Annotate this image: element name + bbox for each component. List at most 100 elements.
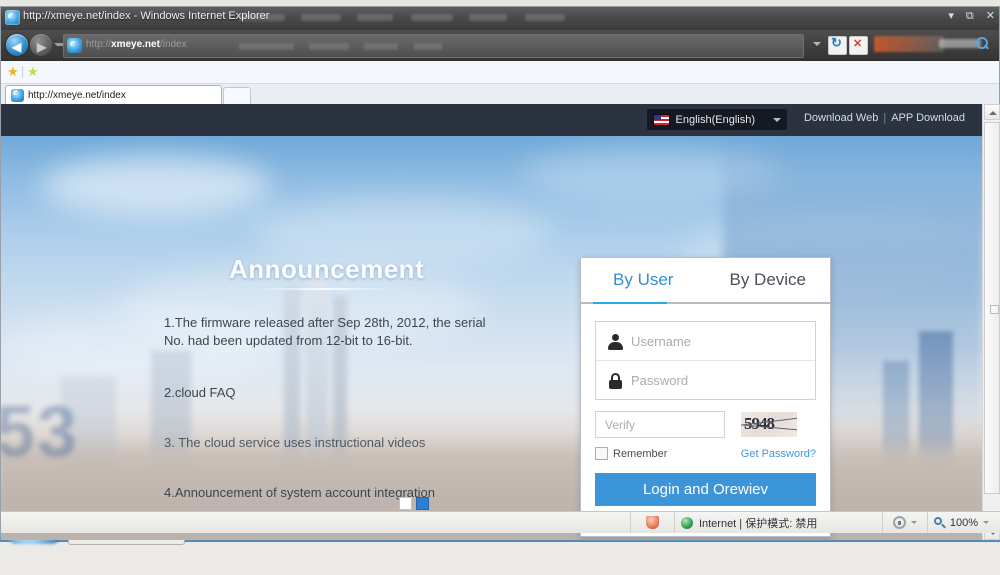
zoom-level-label: 100% <box>949 516 979 529</box>
add-to-favorites-icon[interactable]: ★ <box>27 65 39 78</box>
stop-button[interactable] <box>849 36 868 55</box>
verify-input[interactable]: Verify <box>595 411 725 438</box>
address-decoration <box>239 43 294 50</box>
user-icon <box>607 333 624 350</box>
banner-watermark: 53 <box>1 392 80 472</box>
username-placeholder: Username <box>631 333 691 349</box>
announcement-item[interactable]: 2.cloud FAQ <box>164 384 236 402</box>
back-arrow-icon: ◀ <box>12 40 22 54</box>
address-decoration <box>309 43 349 50</box>
remember-label: Remember <box>613 447 668 460</box>
restore-icon[interactable]: ⧉ <box>966 9 974 23</box>
forward-arrow-icon: ▶ <box>37 40 47 54</box>
cloud-decoration <box>41 156 271 216</box>
download-web-link[interactable]: Download Web <box>804 112 878 124</box>
refresh-button[interactable] <box>828 35 847 55</box>
title-decoration <box>525 14 565 21</box>
announcement-item[interactable]: 4.Announcement of system account integra… <box>164 484 435 502</box>
header-link-separator: | <box>883 112 887 124</box>
carousel-indicators <box>399 497 429 510</box>
security-zone-cell[interactable]: Internet | 保护模式: 禁用 <box>675 512 884 533</box>
status-bar: Internet | 保护模式: 禁用 100% <box>1 511 1000 533</box>
close-icon[interactable]: ✕ <box>986 9 995 23</box>
favorites-bar[interactable]: ★ ★ <box>1 61 999 84</box>
password-field[interactable]: Password <box>596 360 815 399</box>
language-selector[interactable]: English(English) <box>646 109 787 130</box>
magnifier-icon <box>933 516 946 529</box>
password-placeholder: Password <box>631 372 689 388</box>
scrollbar-grip <box>990 305 999 314</box>
page-scrollbar[interactable] <box>982 104 1000 540</box>
tab-by-user[interactable]: By User <box>581 258 706 302</box>
shield-lock-icon <box>893 516 907 529</box>
address-bar-text: http://xmeye.net/index <box>86 39 187 50</box>
page-viewport: English(English) Download Web | APP Downlo… <box>1 104 1000 540</box>
tab-favicon-icon <box>11 87 24 102</box>
forward-button[interactable]: ▶ <box>30 34 52 56</box>
status-privacy-cell[interactable] <box>631 512 675 533</box>
zoom-level-cell[interactable]: 100% <box>928 512 1000 533</box>
header-links: Download Web | APP Download <box>804 112 965 124</box>
language-label: English(English) <box>675 113 755 126</box>
screen: http://xmeye.net/index - Windows Interne… <box>0 0 1000 575</box>
tab-by-device[interactable]: By Device <box>706 258 831 302</box>
announcement-title: Announcement <box>229 254 425 284</box>
navigation-toolbar: ◀ ▶ http://xmeye.net/index <box>1 30 999 61</box>
security-zone-label: Internet | 保护模式: 禁用 <box>698 517 818 530</box>
remember-checkbox-group[interactable]: Remember <box>595 447 667 460</box>
internet-explorer-window: http://xmeye.net/index - Windows Interne… <box>0 6 1000 540</box>
address-prefix: http:// <box>86 39 112 50</box>
protected-mode-cell[interactable] <box>883 512 928 533</box>
favorites-star-icon[interactable]: ★ <box>7 65 19 78</box>
window-controls: ▾ ⧉ ✕ <box>948 9 995 23</box>
title-decoration <box>411 14 453 21</box>
title-decoration <box>301 14 341 21</box>
app-download-link[interactable]: APP Download <box>891 112 965 124</box>
search-provider-badge <box>874 36 944 52</box>
address-decoration <box>414 43 442 50</box>
verify-placeholder: Verify <box>605 417 636 432</box>
verify-row: Verify 5948 <box>595 411 816 438</box>
lock-icon <box>607 372 624 389</box>
address-domain: xmeye.net <box>111 39 160 50</box>
address-dropdown-icon[interactable] <box>813 42 821 46</box>
title-decoration <box>239 14 285 21</box>
chevron-down-icon[interactable] <box>983 521 990 524</box>
carousel-dot[interactable] <box>399 497 412 510</box>
active-tab-underline <box>593 302 667 304</box>
privacy-report-icon <box>646 516 660 529</box>
search-icon[interactable] <box>975 36 991 52</box>
title-decoration <box>469 14 507 21</box>
username-field[interactable]: Username <box>596 322 815 360</box>
remember-checkbox[interactable] <box>595 447 608 460</box>
announcement-item[interactable]: 1.The firmware released after Sep 28th, … <box>164 314 494 350</box>
favorites-divider <box>22 66 23 78</box>
get-password-link[interactable]: Get Password? <box>741 448 816 460</box>
status-message-area <box>1 512 632 533</box>
page-favicon-icon <box>67 37 82 53</box>
carousel-dot-active[interactable] <box>416 497 429 510</box>
scrollbar-thumb[interactable] <box>984 122 1000 494</box>
address-decoration <box>364 43 398 50</box>
credential-fields: Username Password <box>595 321 816 400</box>
web-page: English(English) Download Web | APP Downlo… <box>1 104 983 540</box>
address-bar[interactable]: http://xmeye.net/index <box>63 34 804 58</box>
window-title: http://xmeye.net/index - Windows Interne… <box>23 10 270 22</box>
announcement-divider <box>253 288 398 290</box>
login-button[interactable]: Login and Orewiev <box>595 473 816 506</box>
announcement-item[interactable]: 3. The cloud service uses instructional … <box>164 434 425 452</box>
internet-explorer-icon <box>5 9 20 25</box>
site-header: English(English) Download Web | APP Downlo… <box>1 104 983 136</box>
remember-row: Remember Get Password? <box>595 447 816 460</box>
tab-label: http://xmeye.net/index <box>28 90 126 101</box>
title-bar: http://xmeye.net/index - Windows Interne… <box>1 7 999 30</box>
scroll-up-button[interactable] <box>984 104 1000 120</box>
us-flag-icon <box>652 113 670 126</box>
internet-zone-icon <box>680 516 693 529</box>
captcha-image[interactable]: 5948 <box>741 412 797 437</box>
back-button[interactable]: ◀ <box>6 34 28 56</box>
address-path: /index <box>159 39 187 50</box>
login-panel: By User By Device Username Password Veri… <box>580 257 831 537</box>
minimize-icon[interactable]: ▾ <box>948 9 954 23</box>
chevron-down-icon[interactable] <box>911 521 918 524</box>
